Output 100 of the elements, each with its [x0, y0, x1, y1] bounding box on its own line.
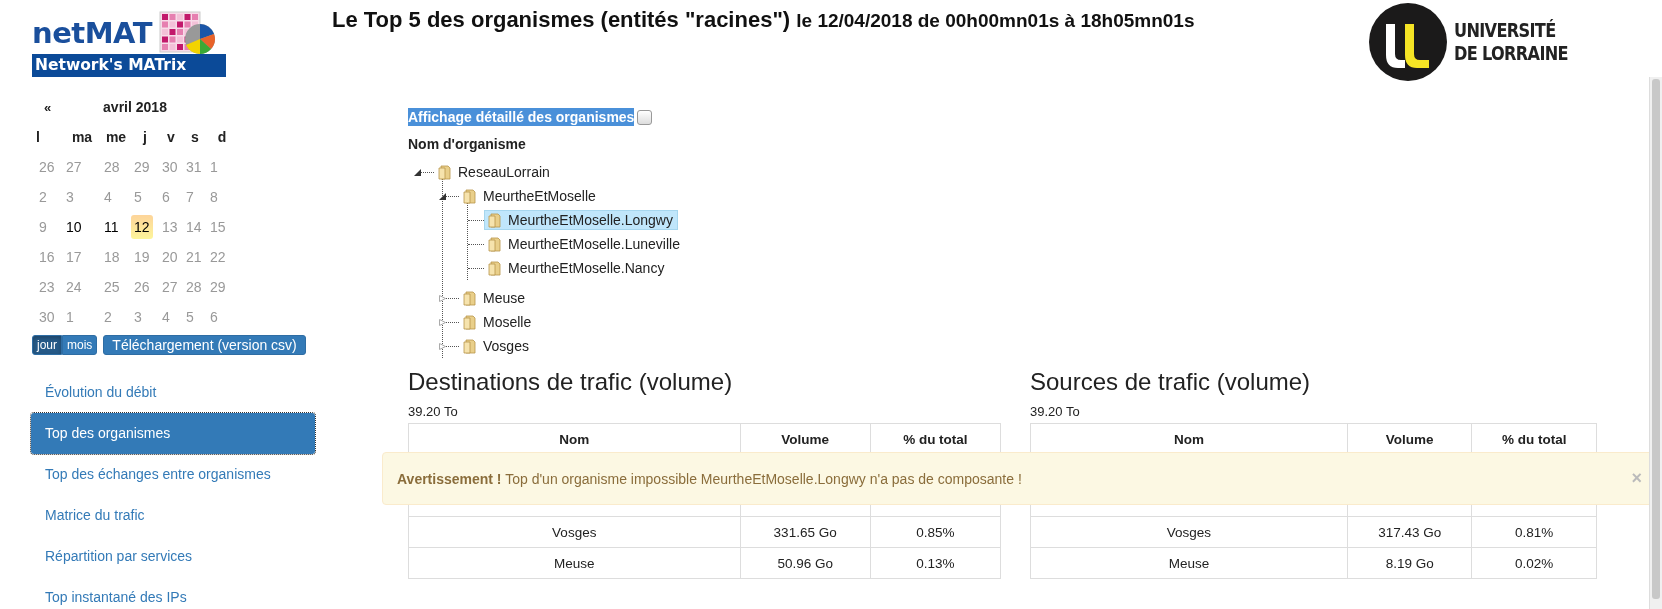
calendar-day: 19 — [131, 245, 153, 269]
tree-label: MeurtheEtMoselle.Luneville — [508, 236, 680, 252]
nav-link[interactable]: Top instantané des IPs — [31, 577, 315, 609]
calendar-day: 20 — [159, 245, 181, 269]
calendar-day: 6 — [207, 305, 221, 329]
calendar-day: 16 — [36, 245, 58, 269]
calendar-day: 26 — [131, 275, 153, 299]
table-cell: 0.13% — [916, 555, 955, 571]
folder-icon — [463, 290, 478, 306]
weekday-label: v — [167, 129, 175, 145]
tree-item[interactable]: Moselle — [459, 312, 537, 332]
calendar-day: 21 — [183, 245, 205, 269]
logo-tagline: Network's MATrix — [32, 54, 226, 77]
column-header: Nom — [1174, 431, 1204, 447]
scrollbar[interactable] — [1649, 77, 1662, 609]
weekday-label: ma — [71, 129, 93, 145]
matrix-pie-icon — [158, 11, 216, 55]
calendar-day: 28 — [183, 275, 205, 299]
calendar-day: 7 — [183, 185, 197, 209]
detail-checkbox[interactable] — [637, 109, 653, 125]
column-header: Volume — [781, 431, 830, 447]
calendar-day[interactable]: 10 — [63, 215, 85, 239]
download-button[interactable]: Téléchargement (version csv) — [103, 335, 306, 355]
calendar-day: 8 — [207, 185, 221, 209]
nav-link[interactable]: Répartition par services — [31, 536, 315, 577]
expand-icon[interactable] — [439, 343, 446, 350]
tree-label: ReseauLorrain — [458, 164, 550, 180]
university-emblem-icon — [1368, 2, 1448, 82]
calendar-day: 4 — [101, 185, 115, 209]
calendar-day: 26 — [36, 155, 58, 179]
calendar-day: 3 — [63, 185, 77, 209]
folder-icon — [463, 314, 478, 330]
nav-link[interactable]: Top des échanges entre organismes — [31, 454, 315, 495]
folder-icon — [488, 212, 503, 228]
table-cell: 0.85% — [916, 524, 955, 540]
calendar-day: 9 — [36, 215, 50, 239]
tree-label: MeurtheEtMoselle.Longwy — [508, 212, 673, 228]
calendar-day: 25 — [101, 275, 123, 299]
tree-label: Vosges — [483, 338, 529, 354]
table-cell: 331.65 Go — [773, 524, 837, 540]
calendar-day: 27 — [63, 155, 85, 179]
tree-item[interactable]: ReseauLorrain — [434, 162, 555, 182]
table-cell: 50.96 Go — [777, 555, 833, 571]
calendar-day: 1 — [63, 305, 77, 329]
tree-label: Moselle — [483, 314, 532, 330]
tree-item[interactable]: Vosges — [459, 336, 534, 356]
month-title: avril 2018 — [103, 99, 167, 115]
tree-label: Meuse — [483, 290, 526, 306]
calendar-day: 22 — [207, 245, 229, 269]
calendar-day: 31 — [183, 155, 205, 179]
tree-label: MeurtheEtMoselle — [483, 188, 596, 204]
tree-item[interactable]: MeurtheEtMoselle.Nancy — [484, 258, 670, 278]
view-toggle[interactable]: mois — [62, 335, 98, 355]
weekday-label: me — [105, 129, 127, 145]
folder-icon — [463, 188, 478, 204]
collapse-icon[interactable] — [439, 193, 446, 200]
table-cell: 8.19 Go — [1385, 555, 1434, 571]
calendar-day: 29 — [131, 155, 153, 179]
nav-link[interactable]: Top des organismes — [31, 413, 315, 454]
calendar-day: 28 — [101, 155, 123, 179]
calendar-day: 5 — [183, 305, 197, 329]
tree-item[interactable]: MeurtheEtMoselle — [459, 186, 601, 206]
calendar-day: 17 — [63, 245, 85, 269]
tree-heading: Nom d'organisme — [408, 135, 527, 154]
warning-message: Avertissement ! Top d'un organisme impossible MeurtheEtMoselle.Longwy n'a pas de composante ! — [397, 470, 1022, 487]
page-title: Le Top 5 des organismes (entités "racines") le 12/04/2018 de 00h00mn01s à 18h05mn01s — [332, 7, 1196, 33]
column-header: % du total — [1502, 431, 1567, 447]
table-cell: 0.81% — [1515, 524, 1554, 540]
calendar-day: 1 — [207, 155, 221, 179]
expand-icon[interactable] — [439, 319, 446, 326]
calendar-day[interactable]: 11 — [101, 215, 122, 239]
table-cell: Meuse — [554, 555, 595, 571]
panel-title: Destinations de trafic (volume) — [408, 367, 734, 397]
expand-icon[interactable] — [439, 295, 446, 302]
calendar-day: 30 — [159, 155, 181, 179]
calendar-day: 27 — [159, 275, 181, 299]
nav-link[interactable]: Matrice du trafic — [31, 495, 315, 536]
weekday-label: j — [143, 129, 147, 145]
calendar-day: 23 — [36, 275, 58, 299]
view-toggle[interactable]: jour — [32, 335, 62, 355]
calendar-day: 3 — [131, 305, 145, 329]
column-header: Nom — [559, 431, 590, 447]
folder-icon — [463, 338, 478, 354]
collapse-icon[interactable] — [414, 169, 421, 176]
university-name: DE LORRAINE — [1454, 42, 1569, 65]
calendar-day: 24 — [63, 275, 85, 299]
calendar-day: 18 — [101, 245, 123, 269]
calendar-day: 15 — [207, 215, 229, 239]
tree-item[interactable]: MeurtheEtMoselle.Luneville — [484, 234, 685, 254]
tree-item[interactable]: MeurtheEtMoselle.Longwy — [484, 210, 678, 230]
column-header: % du total — [903, 431, 968, 447]
calendar-day: 14 — [183, 215, 205, 239]
university-name: UNIVERSITÉ — [1454, 19, 1557, 42]
previous-month-link[interactable]: « — [44, 100, 52, 115]
tree-item[interactable]: Meuse — [459, 288, 531, 308]
table-cell: Vosges — [1166, 524, 1212, 540]
table-cell: Vosges — [552, 524, 597, 540]
calendar-day[interactable]: 12 — [131, 215, 153, 239]
nav-link[interactable]: Évolution du débit — [31, 372, 315, 413]
weekday-label: l — [36, 129, 40, 145]
